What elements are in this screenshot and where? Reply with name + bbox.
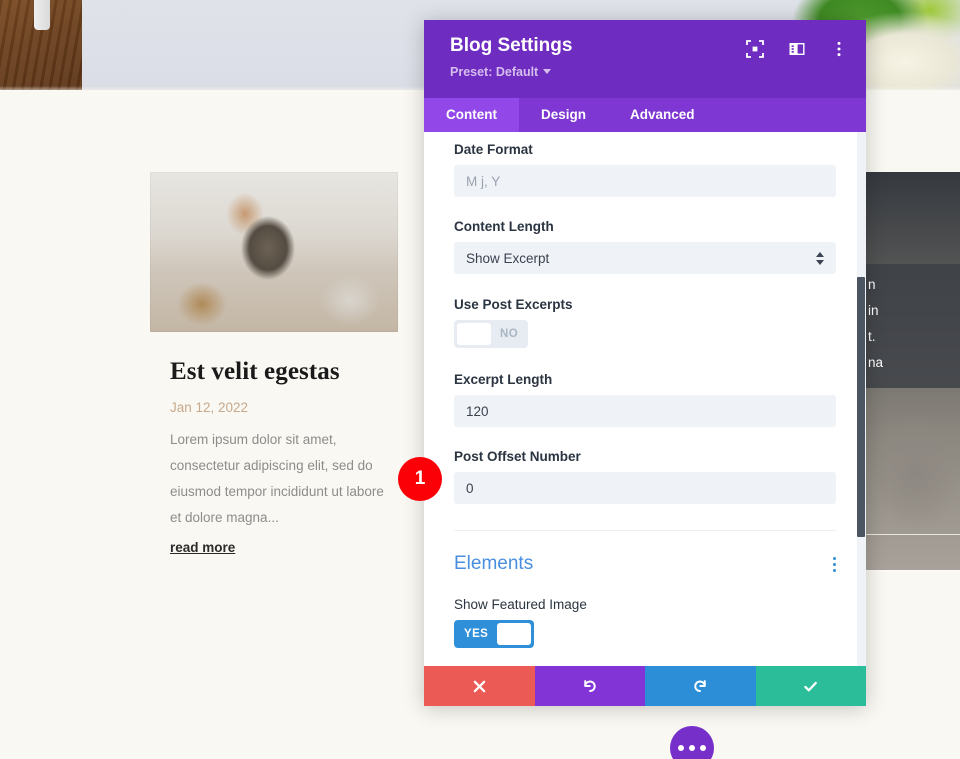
modal-header-actions	[746, 40, 848, 58]
post-offset-number-input[interactable]: 0	[454, 472, 836, 504]
toggle-knob	[497, 623, 532, 645]
modal-header-titles: Blog Settings Preset: Default	[450, 34, 572, 79]
toggle-knob	[457, 323, 491, 345]
layout-panel-icon[interactable]	[788, 40, 806, 58]
toggle-state-label: NO	[500, 328, 519, 340]
save-button[interactable]	[755, 666, 866, 706]
undo-button[interactable]	[534, 666, 645, 706]
field-excerpt-length: Excerpt Length 120	[454, 372, 836, 427]
field-post-offset-number: Post Offset Number 0	[454, 449, 836, 504]
check-icon	[804, 681, 818, 691]
field-label: Excerpt Length	[454, 372, 553, 387]
vertical-dots-icon[interactable]	[830, 40, 848, 58]
redo-button[interactable]	[645, 666, 756, 706]
show-featured-image-toggle[interactable]: YES	[454, 620, 535, 648]
content-length-select[interactable]: Show Excerpt	[454, 242, 836, 274]
settings-form: Date Format M j, Y Content Length Show E…	[424, 132, 866, 648]
hero-cup	[34, 0, 50, 30]
post-read-more-link[interactable]: read more	[170, 540, 235, 555]
modal-header: Blog Settings Preset: Default	[424, 20, 866, 98]
three-dots-icon-dot	[700, 745, 706, 751]
post-excerpt-partial-line-4: na	[868, 355, 884, 370]
field-label: Use Post Excerpts	[454, 297, 573, 312]
modal-scrollbar[interactable]	[857, 132, 866, 666]
modal-footer	[424, 666, 866, 706]
modal-scrollbar-thumb[interactable]	[857, 277, 865, 537]
modal-body: Date Format M j, Y Content Length Show E…	[424, 132, 866, 666]
preset-label: Preset: Default	[450, 64, 539, 79]
three-dots-icon-dot	[678, 745, 684, 751]
focus-target-icon[interactable]	[746, 40, 764, 58]
step-marker-badge: 1	[398, 457, 442, 501]
field-label: Date Format	[454, 142, 533, 157]
preset-selector[interactable]: Preset: Default	[450, 65, 572, 79]
field-content-length: Content Length Show Excerpt	[454, 219, 836, 274]
divider	[866, 534, 960, 535]
excerpt-length-input[interactable]: 120	[454, 395, 836, 427]
content-length-value: Show Excerpt	[466, 250, 550, 266]
post-date: Jan 12, 2022	[170, 400, 249, 415]
vertical-dots-icon[interactable]	[833, 556, 836, 572]
tab-content[interactable]: Content	[424, 98, 519, 132]
spinner-arrows-icon	[816, 251, 824, 265]
post-featured-image[interactable]	[150, 172, 398, 332]
field-label: Post Offset Number	[454, 449, 581, 464]
field-label: Content Length	[454, 219, 554, 234]
use-post-excerpts-toggle[interactable]: NO	[454, 320, 529, 348]
tab-design[interactable]: Design	[519, 98, 608, 132]
field-label: Show Featured Image	[454, 597, 587, 612]
chevron-down-icon	[543, 69, 552, 75]
post-excerpt-partial-line-1: n	[868, 277, 876, 292]
elements-section-header: Elements	[454, 531, 836, 575]
post-excerpt-partial: n in t. na	[866, 264, 960, 388]
date-format-input[interactable]: M j, Y	[454, 165, 836, 197]
field-date-format: Date Format M j, Y	[454, 132, 836, 197]
blog-post-card[interactable]: Est velit egestas Jan 12, 2022 Lorem ips…	[150, 172, 398, 557]
post-excerpt-partial-line-2: in	[868, 303, 879, 318]
field-show-featured-image: Show Featured Image YES	[454, 597, 836, 648]
undo-arrow-icon	[584, 679, 596, 692]
elements-section-title: Elements	[454, 553, 534, 574]
three-dots-icon-dot	[689, 745, 695, 751]
redo-arrow-icon	[694, 679, 706, 692]
field-use-post-excerpts: Use Post Excerpts NO	[454, 297, 836, 350]
toggle-state-label: YES	[464, 628, 489, 640]
post-excerpt: Lorem ipsum dolor sit amet, consectetur …	[170, 432, 384, 525]
modal-tabs: Content Design Advanced	[424, 98, 866, 132]
modal-title: Blog Settings	[450, 35, 573, 56]
blog-settings-modal: Blog Settings Preset: Default Content De…	[424, 20, 866, 706]
post-excerpt-partial-line-3: t.	[868, 329, 876, 344]
close-icon	[473, 680, 486, 692]
cancel-button[interactable]	[424, 666, 535, 706]
tab-advanced[interactable]: Advanced	[608, 98, 717, 132]
post-card-partial-footer	[866, 570, 960, 572]
post-title[interactable]: Est velit egestas	[170, 358, 398, 386]
blog-post-card-partial[interactable]: n in t. na	[866, 172, 960, 572]
